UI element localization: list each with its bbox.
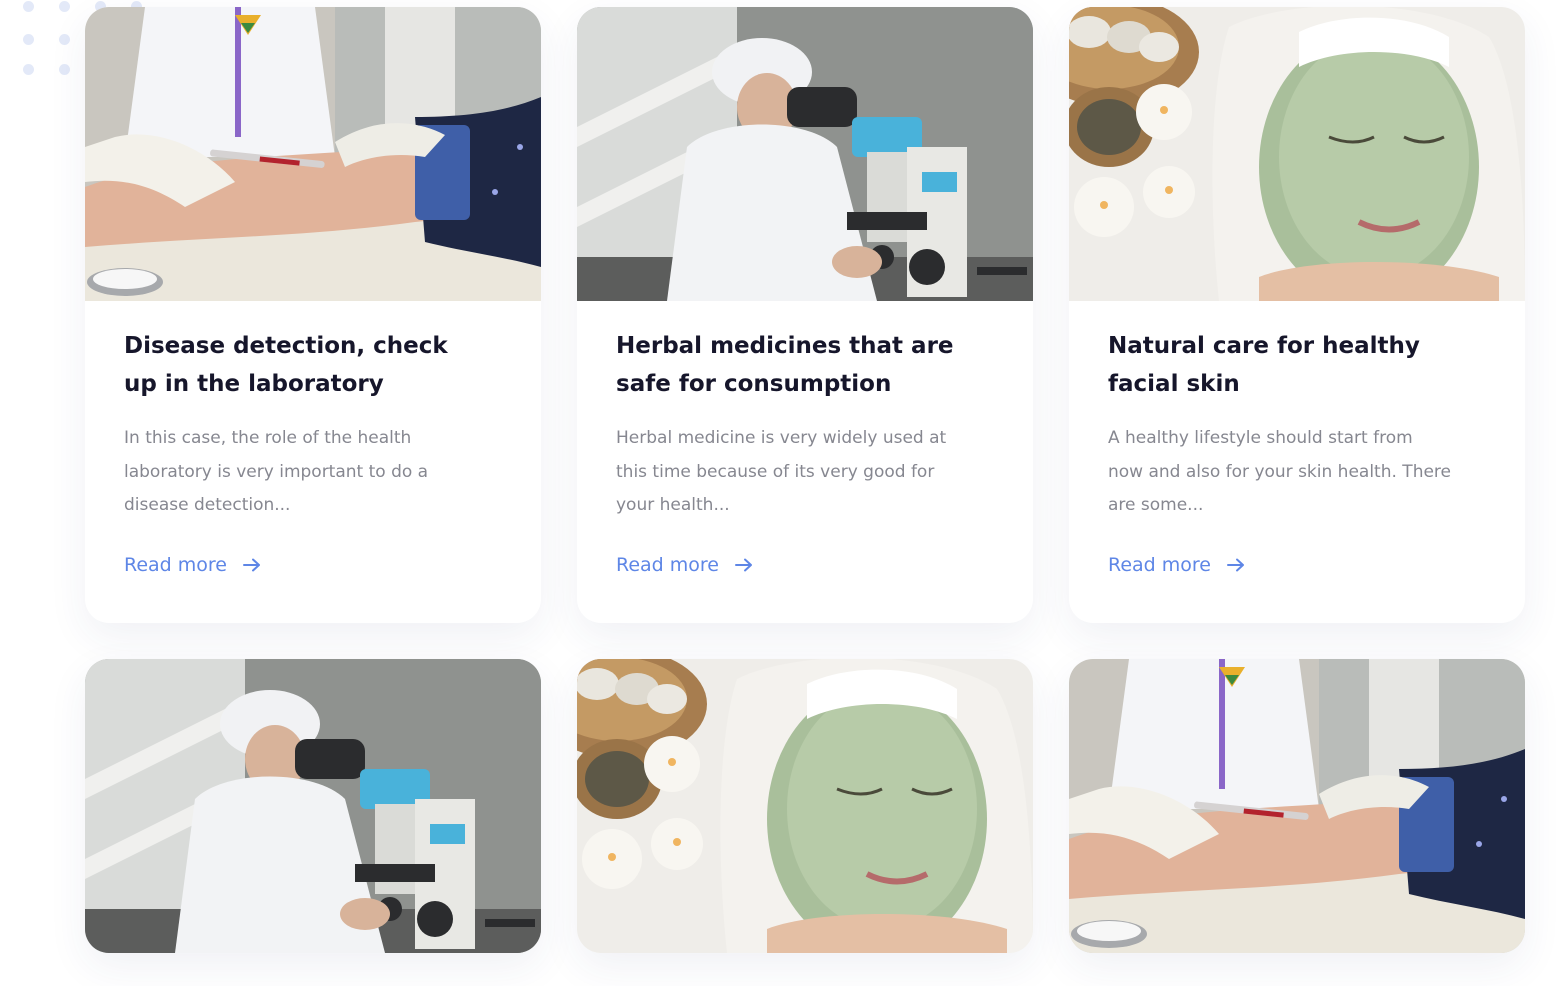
card-excerpt: In this case, the role of the health lab… bbox=[124, 428, 429, 515]
blog-card[interactable]: Disease detection, check up in the labor… bbox=[85, 7, 541, 623]
blood-draw-photo[interactable] bbox=[1069, 659, 1525, 953]
read-more-label: Read more bbox=[124, 553, 227, 576]
card-excerpt: A healthy lifestyle should start from no… bbox=[1108, 428, 1451, 515]
blog-card[interactable] bbox=[1069, 659, 1525, 953]
blog-card[interactable] bbox=[577, 659, 1033, 953]
blood-draw-photo[interactable] bbox=[85, 7, 541, 301]
facial-mask-photo[interactable] bbox=[577, 659, 1033, 953]
card-body: Natural care for healthy facial skin A h… bbox=[1069, 301, 1525, 623]
blog-grid-page: Disease detection, check up in the labor… bbox=[0, 0, 1557, 986]
microscope-lab-photo[interactable] bbox=[577, 7, 1033, 301]
blog-card[interactable]: Herbal medicines that are safe for consu… bbox=[577, 7, 1033, 623]
microscope-lab-photo[interactable] bbox=[85, 659, 541, 953]
arrow-right-icon bbox=[1227, 558, 1245, 572]
arrow-right-icon bbox=[735, 558, 753, 572]
arrow-right-icon bbox=[243, 558, 261, 572]
facial-mask-photo[interactable] bbox=[1069, 7, 1525, 301]
card-title[interactable]: Natural care for healthy facial skin bbox=[1108, 327, 1458, 403]
card-body: Disease detection, check up in the labor… bbox=[85, 301, 541, 623]
card-body: Herbal medicines that are safe for consu… bbox=[577, 301, 1033, 623]
read-more-label: Read more bbox=[616, 553, 719, 576]
blog-card[interactable] bbox=[85, 659, 541, 953]
card-excerpt: Herbal medicine is very widely used at t… bbox=[616, 428, 947, 515]
read-more-link[interactable]: Read more bbox=[124, 554, 261, 576]
read-more-label: Read more bbox=[1108, 553, 1211, 576]
blog-card[interactable]: Natural care for healthy facial skin A h… bbox=[1069, 7, 1525, 623]
card-title[interactable]: Herbal medicines that are safe for consu… bbox=[616, 327, 966, 403]
read-more-link[interactable]: Read more bbox=[616, 554, 753, 576]
card-title[interactable]: Disease detection, check up in the labor… bbox=[124, 327, 474, 403]
read-more-link[interactable]: Read more bbox=[1108, 554, 1245, 576]
